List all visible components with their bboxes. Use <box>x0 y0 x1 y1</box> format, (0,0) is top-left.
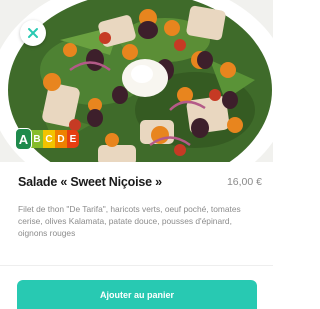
nutriscore-badge: A B C D E <box>15 128 79 150</box>
nutriscore-grade-d: D <box>55 130 67 148</box>
nutriscore-grade-a: A <box>15 128 32 150</box>
product-header: Salade « Sweet Niçoise » 16,00 € <box>18 172 262 192</box>
add-to-cart-button[interactable]: Ajouter au panier <box>17 280 257 309</box>
nutriscore-grade-b: B <box>31 130 43 148</box>
divider <box>0 265 273 266</box>
nutriscore-grade-e: E <box>67 130 79 148</box>
product-image: A B C D E <box>0 0 273 162</box>
product-price: 16,00 € <box>226 176 262 188</box>
close-button[interactable] <box>20 20 46 46</box>
nutriscore-grade-c: C <box>43 130 55 148</box>
product-description: Filet de thon "De Tarifa", haricots vert… <box>18 204 241 238</box>
product-title: Salade « Sweet Niçoise » <box>18 175 162 189</box>
close-icon <box>28 28 38 38</box>
